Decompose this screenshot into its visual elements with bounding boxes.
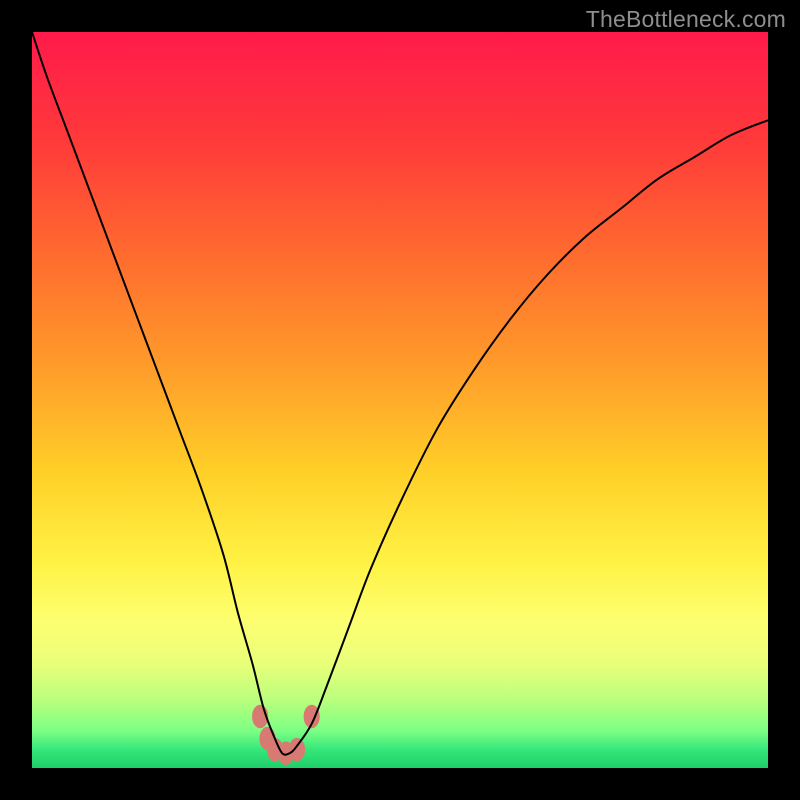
curve-marker — [289, 738, 305, 762]
curve-layer — [32, 32, 768, 768]
watermark-text: TheBottleneck.com — [586, 6, 786, 33]
chart-frame: TheBottleneck.com — [0, 0, 800, 800]
markers-group — [252, 705, 320, 765]
plot-area — [32, 32, 768, 768]
bottleneck-curve — [32, 32, 768, 755]
